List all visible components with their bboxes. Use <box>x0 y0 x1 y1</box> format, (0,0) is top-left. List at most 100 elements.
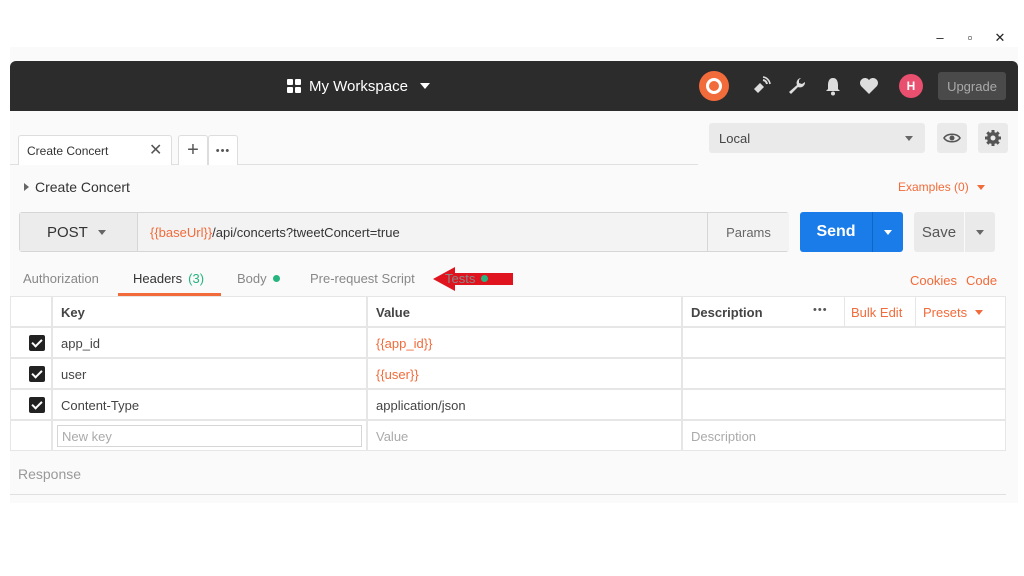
tab-prerequest-label: Pre-request Script <box>310 271 415 286</box>
url-variable: {{baseUrl}} <box>150 225 213 240</box>
table-row <box>10 389 52 420</box>
environment-quick-look-button[interactable] <box>937 123 967 153</box>
divider <box>915 297 916 326</box>
eye-icon <box>943 133 961 143</box>
heart-icon[interactable] <box>856 73 882 99</box>
satellite-icon[interactable] <box>748 73 774 99</box>
minimize-button[interactable]: – <box>930 30 950 46</box>
wrench-icon[interactable] <box>784 73 810 99</box>
environment-selected: Local <box>719 131 751 146</box>
new-key-input[interactable]: New key <box>57 425 362 447</box>
bell-icon[interactable] <box>820 73 846 99</box>
value-cell[interactable]: {{user}} <box>367 358 682 389</box>
key-cell[interactable]: user <box>52 358 367 389</box>
tab-body[interactable]: Body <box>237 271 280 286</box>
tab-options-button[interactable]: ••• <box>208 135 238 165</box>
tab-authorization-label: Authorization <box>23 271 99 286</box>
row-checkbox[interactable] <box>29 366 45 382</box>
upgrade-button[interactable]: Upgrade <box>938 72 1006 100</box>
row-checkbox[interactable] <box>29 335 45 351</box>
workspace-label: My Workspace <box>309 77 408 95</box>
save-options-button[interactable] <box>965 212 995 252</box>
send-options-button[interactable] <box>872 212 903 252</box>
status-dot-icon <box>481 275 489 282</box>
save-button[interactable]: Save <box>914 212 964 252</box>
row-checkbox[interactable] <box>29 397 45 413</box>
tab-headers[interactable]: Headers (3) <box>133 271 204 286</box>
method-select[interactable]: POST <box>20 213 138 251</box>
tab-tests[interactable]: Tests <box>445 271 489 286</box>
header-value: {{app_id}} <box>376 336 433 351</box>
description-cell[interactable] <box>682 389 1006 420</box>
tab-tests-label: Tests <box>445 271 476 286</box>
presets-dropdown[interactable]: Presets <box>923 305 984 320</box>
request-tab-label: Create Concert <box>27 144 109 158</box>
key-cell[interactable]: Content-Type <box>52 389 367 420</box>
key-cell[interactable]: app_id <box>52 327 367 358</box>
chevron-down-icon <box>976 184 985 190</box>
url-input[interactable]: {{baseUrl}}/api/concerts?tweetConcert=tr… <box>150 225 400 240</box>
response-divider <box>10 494 1006 495</box>
response-section-title: Response <box>18 466 82 482</box>
tab-authorization[interactable]: Authorization <box>23 271 99 286</box>
divider <box>844 297 845 326</box>
close-window-button[interactable]: ✕ <box>990 30 1010 46</box>
value-cell[interactable]: {{app_id}} <box>367 327 682 358</box>
tab-body-label: Body <box>237 271 267 286</box>
request-name-label: Create Concert <box>35 179 130 195</box>
table-row <box>10 327 52 358</box>
table-header-cell: Description ••• Bulk Edit Presets <box>682 296 1006 327</box>
chevron-down-icon <box>905 136 913 141</box>
chevron-down-icon <box>419 83 430 89</box>
code-link[interactable]: Code <box>966 273 997 288</box>
header-key: Content-Type <box>61 398 140 413</box>
new-value-input[interactable]: Value <box>367 420 682 451</box>
examples-dropdown[interactable]: Examples (0) <box>898 180 985 194</box>
new-tab-button[interactable]: + <box>178 135 208 165</box>
table-options-button[interactable]: ••• <box>813 304 828 316</box>
chevron-down-icon <box>975 310 984 315</box>
workspace-switcher[interactable]: My Workspace <box>287 76 430 96</box>
send-button[interactable]: Send <box>800 212 872 252</box>
table-header-cell: Value <box>367 296 682 327</box>
gear-icon <box>985 130 1001 146</box>
chevron-down-icon <box>976 229 984 235</box>
tab-pre-request-script[interactable]: Pre-request Script <box>310 271 415 286</box>
description-cell[interactable] <box>682 358 1006 389</box>
avatar[interactable]: H <box>899 74 923 98</box>
manage-environments-button[interactable] <box>978 123 1008 153</box>
close-icon[interactable]: ✕ <box>149 140 162 160</box>
expand-arrow-icon <box>24 183 29 191</box>
url-bar: POST {{baseUrl}}/api/concerts?tweetConce… <box>19 212 789 252</box>
grid-icon <box>287 79 301 93</box>
bulk-edit-link[interactable]: Bulk Edit <box>851 305 902 320</box>
maximize-button[interactable]: ▫ <box>960 30 980 46</box>
new-key-placeholder: New key <box>62 429 112 444</box>
headers-count-badge: (3) <box>188 271 205 286</box>
request-name[interactable]: Create Concert <box>24 179 130 195</box>
method-label: POST <box>47 224 88 241</box>
app-window: My Workspace H Upgrade Create Concert ✕ … <box>10 47 1018 503</box>
new-key-cell: New key <box>52 420 367 451</box>
status-dot-icon <box>272 275 280 282</box>
table-row <box>10 420 52 451</box>
new-description-input[interactable]: Description <box>682 420 1006 451</box>
sync-icon[interactable] <box>699 71 729 101</box>
request-tab[interactable]: Create Concert ✕ <box>18 135 172 165</box>
table-row <box>10 358 52 389</box>
top-header-bar: My Workspace H Upgrade <box>10 61 1018 111</box>
new-description-placeholder: Description <box>691 429 757 444</box>
column-value: Value <box>376 305 410 320</box>
environment-select[interactable]: Local <box>709 123 925 153</box>
url-path: /api/concerts?tweetConcert=true <box>212 225 400 240</box>
value-cell[interactable]: application/json <box>367 389 682 420</box>
params-button[interactable]: Params <box>707 213 789 251</box>
tab-headers-label: Headers <box>133 271 183 286</box>
table-header-cell <box>10 296 52 327</box>
cookies-link[interactable]: Cookies <box>910 273 957 288</box>
table-header-cell: Key <box>52 296 367 327</box>
header-value: {{user}} <box>376 367 419 382</box>
new-value-placeholder: Value <box>376 429 409 444</box>
presets-label: Presets <box>923 305 968 320</box>
description-cell[interactable] <box>682 327 1006 358</box>
